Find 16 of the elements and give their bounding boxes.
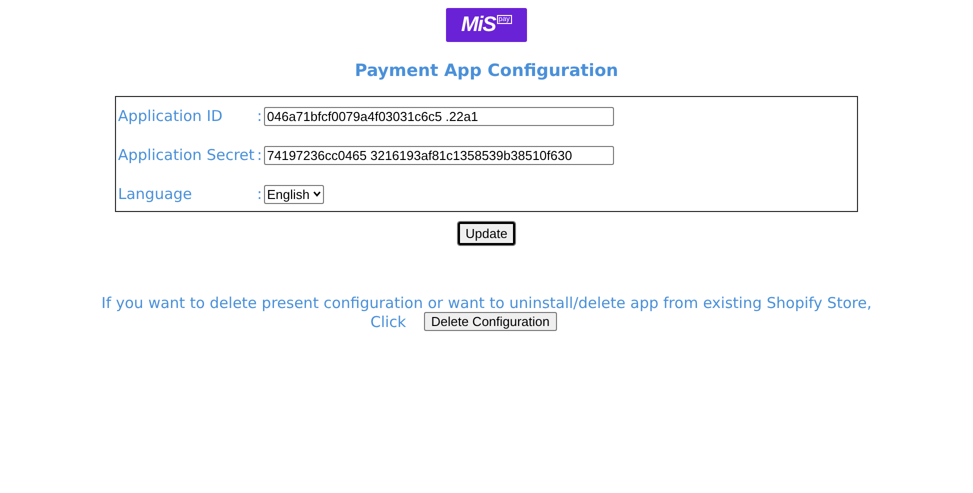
logo-text: MiS — [461, 13, 496, 37]
field-label: Language — [118, 185, 194, 203]
delete-configuration-button[interactable]: Delete Configuration — [424, 312, 557, 331]
update-button[interactable]: Update — [458, 222, 516, 245]
field-label: Application ID — [118, 107, 224, 125]
input-field[interactable]: 046a71bfcf0079a4f03031c6c5 .22a1 — [264, 106, 614, 126]
colon-separator: : — [257, 107, 264, 125]
input-field[interactable]: 74197236cc0465 3216193af81c1358539b38510f630 — [264, 146, 614, 164]
caret-icon — [312, 191, 321, 197]
language-dropdown[interactable]: English — [264, 184, 324, 204]
field-label: Application Secret — [118, 146, 256, 164]
colon-separator: : — [257, 185, 264, 203]
colon-separator: : — [257, 146, 264, 164]
click-label: Click — [370, 312, 406, 330]
page-title: Payment App Configuration — [354, 61, 618, 81]
delete-note: If you want to delete present configuration or want to uninstall/delete app from existing Shopify Store, — [101, 294, 872, 312]
